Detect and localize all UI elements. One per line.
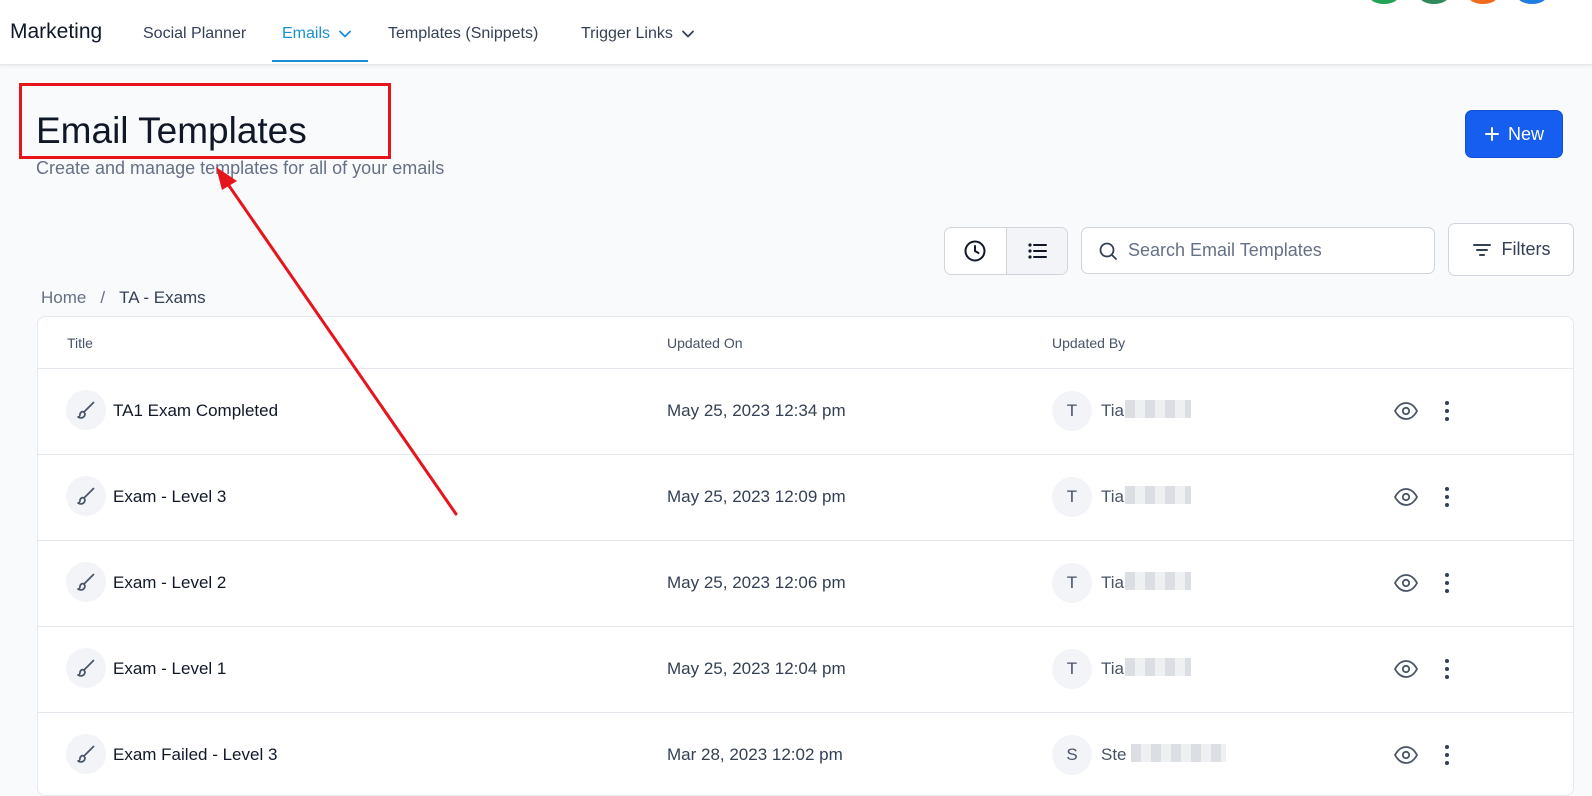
avatar[interactable] <box>1368 0 1400 4</box>
table-row[interactable]: Exam - Level 2 May 25, 2023 12:06 pm T T… <box>38 540 1573 627</box>
updated-on: May 25, 2023 12:06 pm <box>667 573 846 592</box>
eye-icon[interactable] <box>1393 399 1419 423</box>
brush-icon <box>66 648 106 688</box>
avatar: T <box>1052 649 1092 689</box>
more-vertical-icon[interactable] <box>1443 485 1451 509</box>
brush-icon <box>66 562 106 602</box>
column-header-title[interactable]: Title <box>67 335 93 351</box>
new-button-label: New <box>1507 123 1544 144</box>
breadcrumb-separator: / <box>100 288 106 307</box>
brush-icon <box>66 476 106 516</box>
search-box <box>1081 227 1435 274</box>
updated-by: Ste <box>1101 745 1127 764</box>
app-title: Marketing <box>10 20 103 43</box>
avatar: T <box>1052 563 1092 603</box>
top-nav: Marketing Social Planner Emails Template… <box>0 0 1592 65</box>
filters-label: Filters <box>1501 239 1551 259</box>
list-icon <box>1028 243 1047 259</box>
avatar[interactable] <box>1418 0 1450 4</box>
nav-label: Templates (Snippets) <box>388 25 539 42</box>
brush-icon <box>66 390 106 430</box>
brush-icon <box>66 734 106 774</box>
breadcrumb-home[interactable]: Home <box>41 288 86 308</box>
plus-icon <box>1484 127 1499 141</box>
search-icon <box>1099 242 1117 260</box>
table-row[interactable]: Exam - Level 1 May 25, 2023 12:04 pm T T… <box>38 626 1573 713</box>
nav-templates-snippets[interactable]: Templates (Snippets) <box>388 25 538 43</box>
filters-button[interactable]: Filters <box>1448 223 1574 276</box>
eye-icon[interactable] <box>1393 743 1419 767</box>
table-row[interactable]: Exam - Level 3 May 25, 2023 12:09 pm T T… <box>38 454 1573 541</box>
filter-icon <box>1472 243 1491 256</box>
redacted-name <box>1131 744 1226 762</box>
more-vertical-icon[interactable] <box>1443 571 1451 595</box>
updated-by: Tia <box>1101 487 1124 506</box>
more-vertical-icon[interactable] <box>1443 657 1451 681</box>
recent-view-button[interactable] <box>945 228 1006 274</box>
annotation-box <box>19 83 391 159</box>
avatar[interactable] <box>1467 0 1499 4</box>
template-title[interactable]: Exam - Level 3 <box>113 487 226 507</box>
nav-label: Social Planner <box>143 25 247 42</box>
template-title[interactable]: Exam - Level 2 <box>113 573 226 593</box>
nav-label: Emails <box>282 25 331 42</box>
more-vertical-icon[interactable] <box>1443 743 1451 767</box>
avatar: T <box>1052 391 1092 431</box>
table-row[interactable]: Exam Failed - Level 3 Mar 28, 2023 12:02… <box>38 712 1573 795</box>
redacted-name <box>1125 486 1191 504</box>
chevron-down-icon <box>339 30 351 38</box>
avatar: S <box>1052 735 1092 775</box>
nav-trigger-links[interactable]: Trigger Links <box>581 25 695 43</box>
template-title[interactable]: TA1 Exam Completed <box>113 401 278 421</box>
clock-icon <box>964 240 986 262</box>
updated-by: Tia <box>1101 659 1124 678</box>
table-header: Title Updated On Updated By <box>38 317 1573 369</box>
avatar: T <box>1052 477 1092 517</box>
nav-social-planner[interactable]: Social Planner <box>143 25 246 43</box>
new-template-button[interactable]: New <box>1465 110 1563 158</box>
avatar[interactable] <box>1516 0 1548 4</box>
page-subtitle: Create and manage templates for all of y… <box>36 158 445 178</box>
table-row[interactable]: TA1 Exam Completed May 25, 2023 12:34 pm… <box>38 368 1573 455</box>
updated-on: May 25, 2023 12:04 pm <box>667 659 846 678</box>
search-input[interactable] <box>1126 239 1430 262</box>
redacted-name <box>1125 572 1191 590</box>
column-header-updated-on[interactable]: Updated On <box>667 335 743 351</box>
nav-emails[interactable]: Emails <box>282 25 352 43</box>
breadcrumb-current: TA - Exams <box>119 288 206 307</box>
template-title[interactable]: Exam Failed - Level 3 <box>113 745 277 765</box>
list-view-button[interactable] <box>1005 228 1067 274</box>
updated-on: May 25, 2023 12:09 pm <box>667 487 846 506</box>
eye-icon[interactable] <box>1393 657 1419 681</box>
templates-table: Title Updated On Updated By TA1 Exam Com… <box>37 316 1574 796</box>
more-vertical-icon[interactable] <box>1443 399 1451 423</box>
eye-icon[interactable] <box>1393 485 1419 509</box>
eye-icon[interactable] <box>1393 571 1419 595</box>
chevron-down-icon <box>681 30 694 38</box>
template-title[interactable]: Exam - Level 1 <box>113 659 226 679</box>
redacted-name <box>1125 400 1191 418</box>
updated-by: Tia <box>1101 401 1124 420</box>
updated-on: May 25, 2023 12:34 pm <box>667 401 846 420</box>
updated-by: Tia <box>1101 573 1124 592</box>
redacted-name <box>1125 658 1191 676</box>
column-header-updated-by[interactable]: Updated By <box>1052 335 1125 351</box>
breadcrumb: Home / TA - Exams <box>41 288 206 308</box>
view-toggle <box>944 227 1068 275</box>
active-tab-indicator <box>272 60 368 62</box>
updated-on: Mar 28, 2023 12:02 pm <box>667 745 843 764</box>
nav-label: Trigger Links <box>581 25 673 42</box>
